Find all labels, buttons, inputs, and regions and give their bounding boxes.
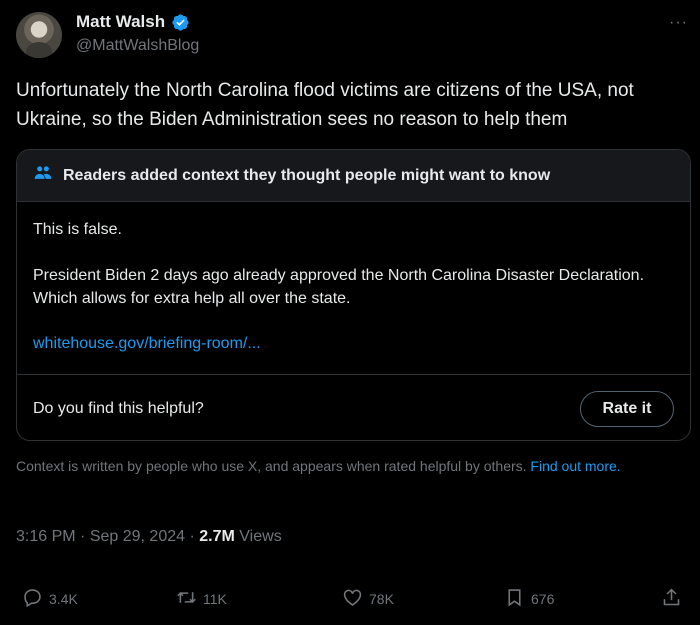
tweet-actions: 3.4K 11K 78K 676 (22, 586, 688, 612)
find-out-more-link[interactable]: Find out more. (530, 458, 620, 474)
disclaimer-text: Context is written by people who use X, … (16, 458, 527, 474)
tweet-date[interactable]: Sep 29, 2024 (90, 528, 185, 545)
bookmark-button[interactable]: 676 (504, 587, 554, 611)
rate-it-button[interactable]: Rate it (580, 390, 674, 427)
views-label: Views (239, 528, 282, 545)
retweet-icon (176, 587, 197, 611)
note-paragraph: This is false. (33, 221, 122, 238)
retweet-button[interactable]: 11K (176, 587, 227, 611)
avatar[interactable] (16, 12, 62, 58)
reply-icon (22, 587, 43, 611)
reply-count: 3.4K (49, 591, 78, 607)
verified-badge-icon[interactable] (171, 13, 190, 32)
tweet-time[interactable]: 3:16 PM (16, 528, 76, 545)
separator: · (189, 528, 200, 545)
reply-button[interactable]: 3.4K (22, 587, 78, 611)
note-disclaimer: Context is written by people who use X, … (16, 456, 676, 476)
more-options-icon[interactable]: ··· (669, 14, 688, 32)
tweet-meta: 3:16 PM · Sep 29, 2024 · 2.7M Views (16, 528, 282, 546)
author-row: Matt Walsh (76, 12, 190, 32)
share-icon (661, 587, 682, 611)
community-note: Readers added context they thought peopl… (16, 149, 691, 441)
bookmark-count: 676 (531, 591, 555, 607)
heart-icon (342, 587, 363, 611)
note-paragraph: President Biden 2 days ago already appro… (33, 267, 645, 307)
helpful-question: Do you find this helpful? (33, 399, 204, 417)
community-note-header: Readers added context they thought peopl… (17, 150, 690, 202)
retweet-count: 11K (203, 591, 227, 607)
like-count: 78K (369, 591, 394, 607)
note-source-link[interactable]: whitehouse.gov/briefing-room/... (33, 332, 674, 355)
community-note-footer: Do you find this helpful? Rate it (17, 374, 690, 440)
author-handle[interactable]: @MattWalshBlog (76, 37, 199, 55)
separator: · (80, 528, 90, 545)
views-count: 2.7M (199, 528, 235, 545)
readers-icon (33, 163, 53, 188)
share-button[interactable] (661, 587, 682, 611)
tweet-text: Unfortunately the North Carolina flood v… (16, 80, 634, 130)
bookmark-icon (504, 587, 525, 611)
author-name[interactable]: Matt Walsh (76, 12, 165, 32)
community-note-body: This is false. President Biden 2 days ag… (17, 202, 690, 355)
like-button[interactable]: 78K (342, 587, 394, 611)
community-note-title: Readers added context they thought peopl… (63, 166, 551, 184)
